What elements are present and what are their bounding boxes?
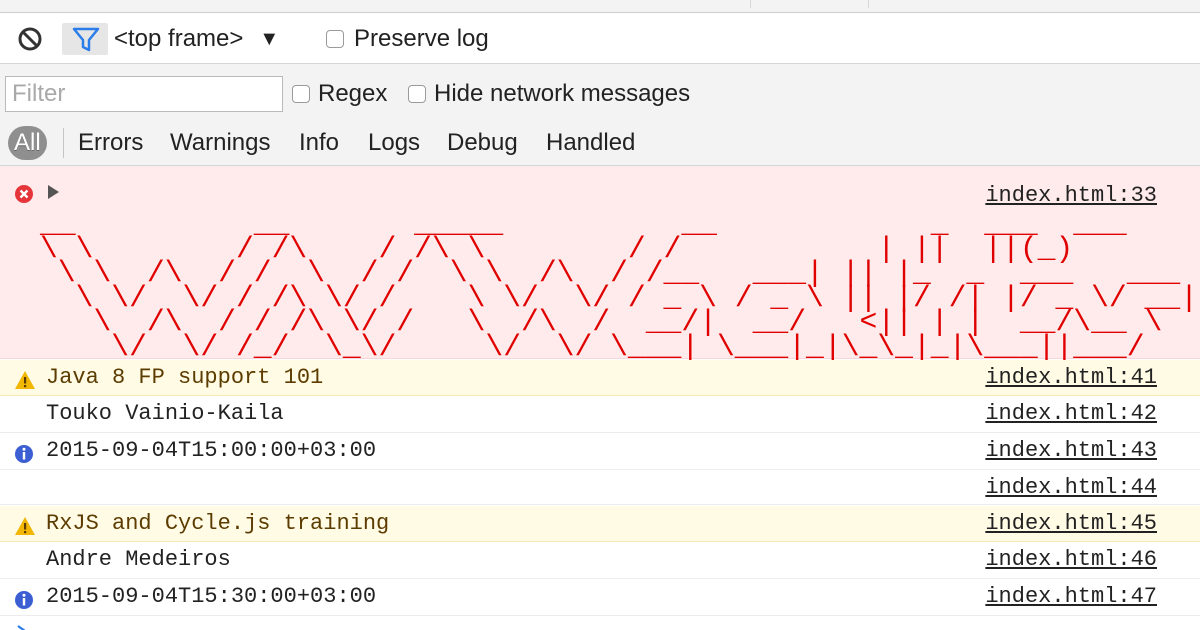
regex-label: Regex bbox=[318, 80, 388, 107]
message-source-link[interactable]: index.html:44 bbox=[985, 471, 1157, 505]
console-messages: index.html:33 __ __ _____ __ _ ___ ___ \… bbox=[0, 166, 1200, 630]
console-message-info[interactable]: 2015-09-04T15:00:00+03:00 index.html:43 bbox=[0, 434, 1200, 470]
message-text: Touko Vainio-Kaila bbox=[46, 401, 284, 426]
message-text: Andre Medeiros bbox=[46, 547, 231, 572]
preserve-log-option[interactable]: Preserve log bbox=[326, 24, 489, 54]
console-toolbar: <top frame> ▼ Preserve log bbox=[0, 13, 1200, 64]
message-source-link[interactable]: index.html:47 bbox=[985, 580, 1157, 614]
console-message-log[interactable]: Andre Medeiros index.html:46 bbox=[0, 543, 1200, 579]
filter-input[interactable] bbox=[5, 76, 283, 112]
console-message-warning[interactable]: Java 8 FP support 101 index.html:41 bbox=[0, 360, 1200, 396]
console-message-info[interactable]: 2015-09-04T15:30:00+03:00 index.html:47 bbox=[0, 580, 1200, 616]
level-filter-tabs: All Errors Warnings Info Logs Debug Hand… bbox=[0, 122, 1200, 162]
message-text: RxJS and Cycle.js training bbox=[46, 511, 390, 536]
filter-funnel-icon[interactable] bbox=[62, 23, 108, 55]
message-source-link[interactable]: index.html:33 bbox=[985, 183, 1157, 208]
expand-triangle-icon[interactable] bbox=[48, 185, 59, 199]
level-tab-debug[interactable]: Debug bbox=[447, 126, 518, 160]
hide-network-label: Hide network messages bbox=[434, 80, 691, 107]
tab-divider bbox=[868, 0, 869, 8]
message-text: 2015-09-04T15:30:00+03:00 bbox=[46, 584, 377, 609]
context-selector[interactable]: <top frame> ▼ bbox=[114, 24, 279, 54]
context-selector-label: <top frame> bbox=[114, 25, 244, 52]
preserve-log-checkbox[interactable] bbox=[326, 30, 344, 48]
console-prompt-chevron-icon[interactable] bbox=[16, 624, 28, 630]
message-source-link[interactable]: index.html:43 bbox=[985, 434, 1157, 468]
message-text: 2015-09-04T15:00:00+03:00 bbox=[46, 438, 377, 463]
level-tab-errors[interactable]: Errors bbox=[78, 126, 143, 160]
message-source-link[interactable]: index.html:46 bbox=[985, 543, 1157, 577]
regex-option[interactable]: Regex bbox=[292, 78, 387, 110]
console-message-warning[interactable]: RxJS and Cycle.js training index.html:45 bbox=[0, 506, 1200, 542]
ascii-art-banner: __ __ _____ __ _ ___ ___ \ \ / /\ / /\ \… bbox=[40, 207, 1199, 364]
level-tab-handled[interactable]: Handled bbox=[546, 126, 635, 160]
console-message-error[interactable]: index.html:33 __ __ _____ __ _ ___ ___ \… bbox=[0, 166, 1200, 364]
hide-network-checkbox[interactable] bbox=[408, 85, 426, 103]
level-tab-info[interactable]: Info bbox=[299, 126, 339, 160]
tab-divider bbox=[750, 0, 751, 8]
level-tab-logs[interactable]: Logs bbox=[368, 126, 420, 160]
filter-bar: Regex Hide network messages All Errors W… bbox=[0, 64, 1200, 166]
hide-network-option[interactable]: Hide network messages bbox=[408, 78, 690, 110]
message-source-link[interactable]: index.html:42 bbox=[985, 397, 1157, 431]
level-tab-warnings[interactable]: Warnings bbox=[170, 126, 270, 160]
devtools-tab-strip bbox=[0, 0, 1200, 13]
console-message-log[interactable]: Touko Vainio-Kaila index.html:42 bbox=[0, 397, 1200, 433]
clear-console-icon[interactable] bbox=[14, 23, 46, 55]
message-source-link[interactable]: index.html:45 bbox=[985, 506, 1157, 542]
level-separator bbox=[63, 128, 64, 158]
message-source-link[interactable]: index.html:41 bbox=[985, 360, 1157, 396]
info-icon bbox=[14, 588, 34, 622]
error-icon bbox=[14, 184, 34, 211]
dropdown-triangle-icon: ▼ bbox=[259, 27, 280, 50]
console-message-log[interactable]: index.html:44 bbox=[0, 471, 1200, 505]
preserve-log-label: Preserve log bbox=[354, 25, 489, 52]
level-tab-all[interactable]: All bbox=[8, 126, 47, 160]
message-text: Java 8 FP support 101 bbox=[46, 365, 324, 390]
regex-checkbox[interactable] bbox=[292, 85, 310, 103]
